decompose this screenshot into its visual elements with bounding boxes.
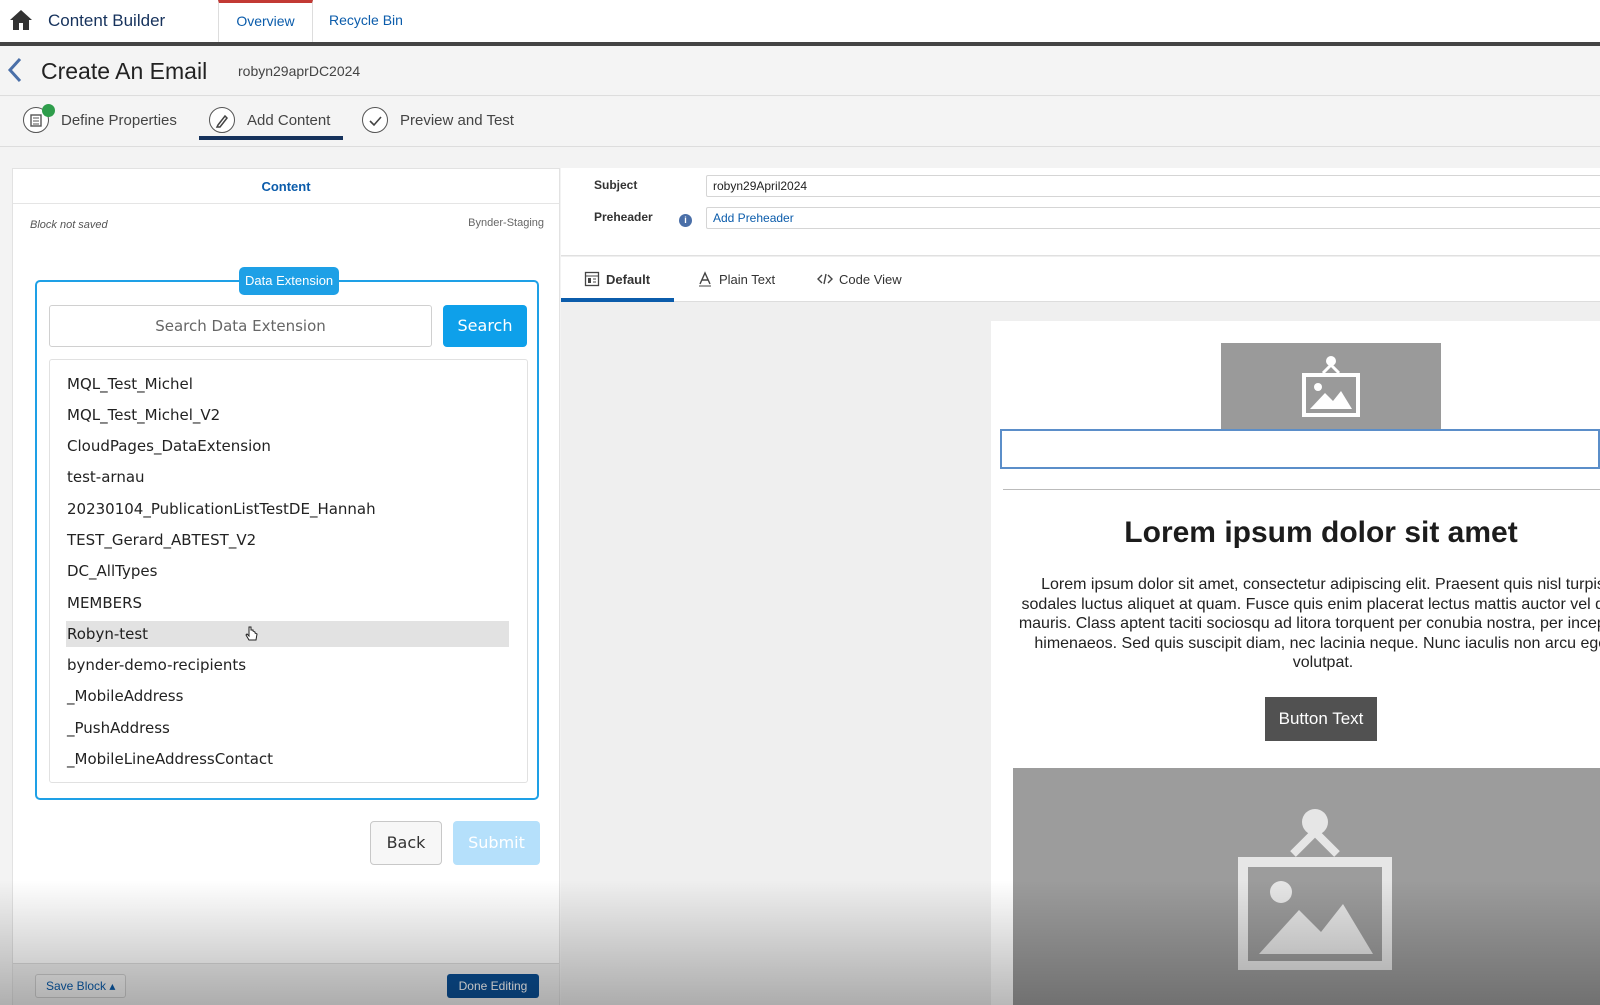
- divider: [1003, 489, 1600, 490]
- list-item[interactable]: MQL_Test_Michel: [66, 371, 509, 397]
- check-icon: [362, 107, 388, 133]
- image-icon: [1238, 809, 1392, 970]
- tab-recycle-bin[interactable]: Recycle Bin: [318, 0, 414, 42]
- tab-label: Default: [606, 272, 651, 287]
- app-title[interactable]: Content Builder: [48, 11, 165, 31]
- list-item[interactable]: 20230104_PublicationListTestDE_Hannah: [66, 496, 509, 522]
- search-input[interactable]: Search Data Extension: [49, 305, 432, 347]
- step-label: Add Content: [247, 112, 331, 129]
- preheader-field[interactable]: Add Preheader: [706, 207, 1600, 229]
- list-item[interactable]: _PushAddress: [66, 715, 509, 741]
- data-extension-picker: Data Extension Search Data Extension Sea…: [35, 267, 539, 800]
- tab-overview[interactable]: Overview: [218, 0, 313, 42]
- list-item[interactable]: CloudPages_DataExtension: [66, 433, 509, 459]
- list-item[interactable]: TEST_Gerard_ABTEST_V2: [66, 527, 509, 553]
- subject-label: Subject: [594, 178, 638, 192]
- list-item[interactable]: MQL_Test_Michel_V2: [66, 402, 509, 428]
- checklist-icon: [23, 104, 55, 133]
- view-tabs: Default Plain Text Code View: [561, 257, 1600, 302]
- list-item-label: Robyn-test: [67, 625, 149, 643]
- step-label: Define Properties: [61, 112, 177, 129]
- email-meta: Subject robyn29April2024 Preheader i Add…: [561, 168, 1600, 256]
- email-preview-canvas[interactable]: Lorem ipsum dolor sit amet Lorem ipsum d…: [991, 321, 1600, 1005]
- save-block-button[interactable]: Save Block ▴: [35, 974, 127, 998]
- email-cta-button[interactable]: Button Text: [1265, 697, 1377, 741]
- layout-icon: [584, 271, 600, 287]
- info-icon[interactable]: i: [679, 214, 692, 227]
- email-body-text[interactable]: Lorem ipsum dolor sit amet, consectetur …: [1013, 575, 1600, 673]
- selected-content-block[interactable]: [1000, 429, 1600, 469]
- active-tab-indicator: [561, 298, 674, 302]
- list-item[interactable]: _MobileLineAddressContact: [66, 746, 509, 772]
- preheader-label: Preheader: [594, 210, 653, 224]
- list-item[interactable]: bynder-demo-recipients: [66, 652, 509, 678]
- list-item[interactable]: _MobileAddress: [66, 683, 509, 709]
- code-icon: [817, 273, 833, 285]
- image-icon: [1302, 356, 1360, 417]
- tab-code-view[interactable]: Code View: [817, 271, 902, 287]
- pencil-icon: [209, 107, 235, 133]
- image-placeholder[interactable]: [1221, 343, 1441, 429]
- home-icon[interactable]: [8, 7, 34, 33]
- search-button[interactable]: Search: [443, 305, 527, 347]
- subject-field[interactable]: robyn29April2024: [706, 175, 1600, 197]
- page-title: Create An Email: [41, 58, 208, 84]
- data-extension-list[interactable]: MQL_Test_Michel MQL_Test_Michel_V2 Cloud…: [49, 359, 528, 783]
- wizard-steps: Define Properties Add Content Preview an…: [0, 97, 1600, 147]
- block-status: Block not saved: [30, 219, 108, 231]
- back-chevron-icon[interactable]: [4, 56, 26, 84]
- list-item[interactable]: MEMBERS: [66, 590, 509, 616]
- back-button[interactable]: Back: [370, 821, 442, 865]
- tab-default[interactable]: Default: [584, 271, 650, 287]
- content-panel: Content Block not saved Bynder-Staging D…: [12, 168, 560, 1005]
- email-heading[interactable]: Lorem ipsum dolor sit amet: [991, 516, 1600, 550]
- email-editor: Subject robyn29April2024 Preheader i Add…: [561, 168, 1600, 1005]
- data-extension-badge: Data Extension: [239, 267, 340, 295]
- list-item[interactable]: test-arnau: [66, 464, 509, 490]
- image-placeholder-large[interactable]: [1013, 768, 1600, 1005]
- text-icon: [699, 271, 711, 287]
- step-label: Preview and Test: [400, 112, 514, 129]
- completed-check-icon: [42, 104, 55, 117]
- hand-cursor-icon: [245, 626, 258, 641]
- list-item-hovered[interactable]: Robyn-test: [66, 621, 509, 647]
- tab-plain-text[interactable]: Plain Text: [697, 271, 775, 287]
- tab-label: Code View: [839, 272, 902, 287]
- tab-label: Plain Text: [719, 272, 776, 287]
- submit-button[interactable]: Submit: [453, 821, 540, 865]
- list-item[interactable]: DC_AllTypes: [66, 558, 509, 584]
- active-step-indicator: [199, 136, 343, 140]
- done-editing-button[interactable]: Done Editing: [447, 974, 539, 998]
- source-label: Bynder-Staging: [468, 217, 544, 229]
- top-navigation: Content Builder Overview Recycle Bin: [0, 0, 1600, 46]
- content-panel-title[interactable]: Content: [13, 169, 559, 204]
- panel-footer: Save Block ▴ Done Editing: [13, 963, 559, 1005]
- email-name: robyn29aprDC2024: [238, 63, 361, 79]
- page-header: Create An Email robyn29aprDC2024: [0, 46, 1600, 96]
